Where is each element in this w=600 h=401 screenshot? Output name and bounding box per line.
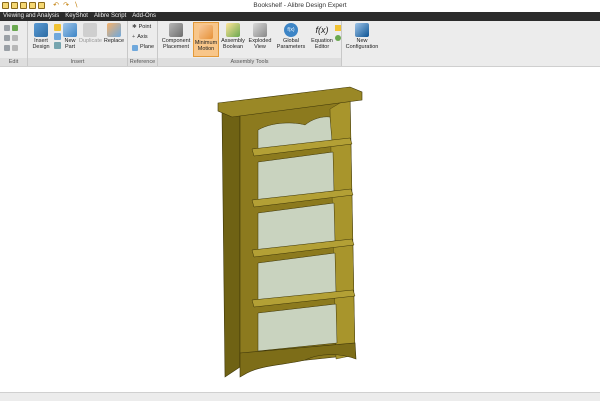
insert-sub-buttons[interactable] bbox=[52, 23, 62, 51]
configuration-group: New Configuration bbox=[335, 21, 382, 66]
equation-editor-icon: f(x) bbox=[315, 25, 329, 35]
title-bar: ↶ ↷ ∖ Bookshelf - Alibre Design Expert bbox=[0, 0, 600, 12]
menu-alibre-script[interactable]: Alibre Script bbox=[91, 12, 129, 21]
menu-viewing-analysis[interactable]: Viewing and Analysis bbox=[0, 12, 62, 21]
exploded-view-icon bbox=[253, 23, 267, 37]
configuration-small-icon-2[interactable] bbox=[335, 35, 341, 41]
component-placement-icon bbox=[169, 23, 183, 37]
paste-icon bbox=[12, 44, 18, 51]
assembly-boolean-button[interactable]: Assembly Boolean bbox=[220, 23, 246, 50]
reference-group: ✱ Point + Axis Plane Reference bbox=[128, 21, 158, 66]
insert-library-icon bbox=[53, 42, 61, 49]
new-part-icon bbox=[63, 23, 77, 37]
window-title: Bookshelf - Alibre Design Expert bbox=[253, 2, 347, 9]
check-icon bbox=[12, 24, 18, 31]
menu-add-ons[interactable]: Add-Ons bbox=[129, 12, 159, 21]
model-viewport[interactable] bbox=[0, 67, 600, 392]
point-button[interactable]: ✱ Point bbox=[132, 23, 151, 32]
ribbon: Edit Insert Design New Part Duplicate Re… bbox=[0, 21, 600, 67]
bookshelf-model[interactable] bbox=[0, 67, 600, 392]
assembly-boolean-icon bbox=[226, 23, 240, 37]
insert-design-icon bbox=[34, 23, 48, 37]
insert-design-button[interactable]: Insert Design bbox=[30, 23, 52, 50]
insert-group-label: Insert bbox=[28, 58, 127, 66]
cut-icon bbox=[4, 24, 10, 31]
menu-keyshot[interactable]: KeyShot bbox=[62, 12, 91, 21]
new-part-button[interactable]: New Part bbox=[62, 23, 78, 50]
replace-icon bbox=[107, 23, 121, 37]
replace-button[interactable]: Replace bbox=[102, 23, 126, 44]
duplicate-icon bbox=[83, 23, 97, 37]
insert-subassembly-icon bbox=[53, 33, 61, 40]
plane-icon bbox=[132, 44, 138, 51]
global-parameters-button[interactable]: f(x) Global Parameters bbox=[276, 23, 306, 50]
close-icon bbox=[4, 34, 10, 41]
edit-group: Edit bbox=[0, 21, 28, 66]
menu-bar: Viewing and Analysis KeyShot Alibre Scri… bbox=[0, 12, 600, 21]
new-configuration-button[interactable]: New Configuration bbox=[344, 23, 380, 50]
minimum-motion-button[interactable]: Minimum Motion bbox=[193, 22, 219, 57]
assembly-tools-group: Component Placement Minimum Motion Assem… bbox=[158, 21, 342, 66]
configuration-small-icon[interactable] bbox=[335, 25, 341, 31]
insert-group: Insert Design New Part Duplicate Replace… bbox=[28, 21, 128, 66]
global-parameters-icon: f(x) bbox=[284, 23, 298, 37]
exploded-view-button[interactable]: Exploded View bbox=[247, 23, 273, 50]
duplicate-button[interactable]: Duplicate bbox=[79, 23, 102, 44]
point-icon: ✱ bbox=[132, 24, 137, 30]
insert-part-icon bbox=[53, 24, 61, 31]
new-configuration-icon bbox=[355, 23, 369, 37]
delete-icon bbox=[4, 44, 10, 51]
component-placement-button[interactable]: Component Placement bbox=[160, 23, 192, 50]
edit-group-label: Edit bbox=[0, 58, 27, 66]
edit-cut[interactable] bbox=[4, 23, 18, 32]
plane-button[interactable]: Plane bbox=[132, 43, 154, 52]
minimum-motion-icon bbox=[199, 25, 213, 39]
reference-group-label: Reference bbox=[128, 58, 157, 66]
edit-cancel[interactable] bbox=[4, 33, 18, 42]
axis-icon: + bbox=[132, 34, 136, 40]
axis-button[interactable]: + Axis bbox=[132, 33, 148, 42]
copy-icon bbox=[12, 34, 18, 41]
bookshelf-side-panel bbox=[221, 104, 241, 378]
equation-editor-button[interactable]: f(x) Equation Editor bbox=[307, 23, 337, 50]
assembly-tools-group-label: Assembly Tools bbox=[158, 58, 341, 66]
edit-delete[interactable] bbox=[4, 43, 18, 52]
